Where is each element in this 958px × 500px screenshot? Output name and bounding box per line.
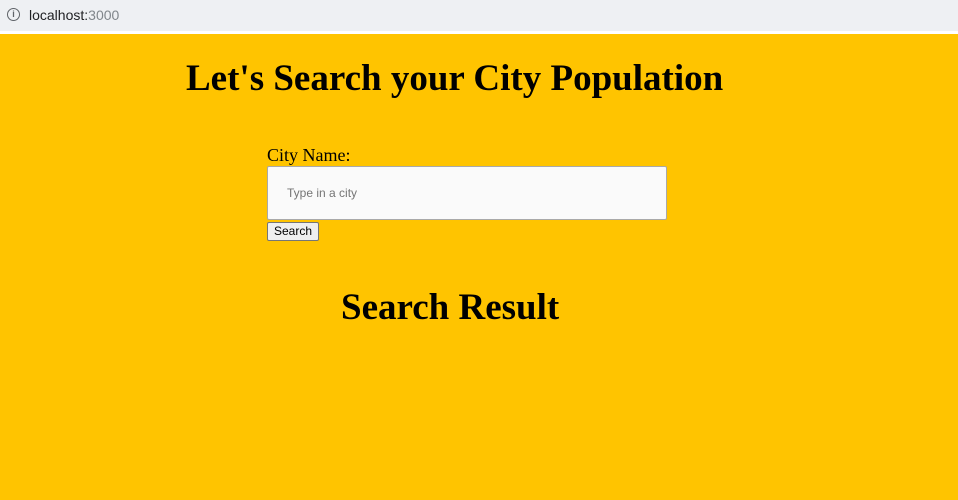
city-name-label: City Name: (267, 145, 351, 165)
page-title: Let's Search your City Population (186, 58, 724, 99)
address-bar[interactable]: i localhost:3000 (0, 0, 958, 34)
search-button[interactable]: Search (267, 222, 319, 241)
info-icon[interactable]: i (7, 8, 20, 21)
url-host: localhost: (29, 7, 89, 23)
search-result-heading: Search Result (341, 287, 560, 328)
url-port: 3000 (88, 7, 120, 23)
url-text[interactable]: localhost:3000 (29, 6, 119, 24)
city-search-input[interactable] (267, 166, 667, 220)
